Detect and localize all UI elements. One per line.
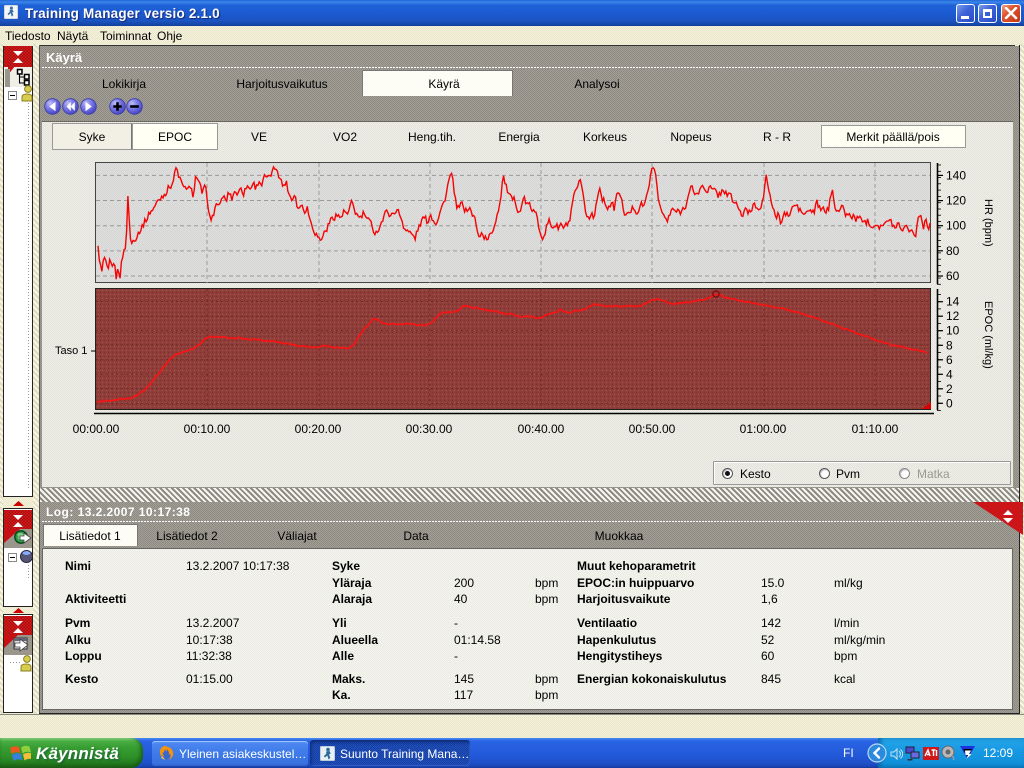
svg-text:120: 120 xyxy=(946,194,966,208)
svg-text:Taso 1: Taso 1 xyxy=(55,345,87,357)
svg-text:EPOC (ml/kg): EPOC (ml/kg) xyxy=(982,301,994,369)
svg-text:8: 8 xyxy=(946,338,953,352)
svg-text:00:40.00: 00:40.00 xyxy=(518,422,565,436)
svg-text:60: 60 xyxy=(946,269,960,283)
svg-text:12: 12 xyxy=(946,309,960,323)
svg-text:10: 10 xyxy=(946,324,960,338)
svg-text:6: 6 xyxy=(946,353,953,367)
svg-text:0: 0 xyxy=(946,396,953,410)
svg-text:00:10.00: 00:10.00 xyxy=(184,422,231,436)
svg-text:00:30.00: 00:30.00 xyxy=(406,422,453,436)
svg-text:4: 4 xyxy=(946,367,953,381)
svg-text:00:50.00: 00:50.00 xyxy=(629,422,676,436)
svg-text:100: 100 xyxy=(946,219,966,233)
svg-text:HR (bpm): HR (bpm) xyxy=(982,199,994,247)
svg-text:00:20.00: 00:20.00 xyxy=(295,422,342,436)
svg-text:01:00.00: 01:00.00 xyxy=(740,422,787,436)
svg-text:80: 80 xyxy=(946,244,960,258)
svg-text:01:10.00: 01:10.00 xyxy=(852,422,899,436)
svg-text:2: 2 xyxy=(946,382,953,396)
svg-text:140: 140 xyxy=(946,168,966,182)
svg-text:14: 14 xyxy=(946,295,960,309)
svg-text:00:00.00: 00:00.00 xyxy=(73,422,120,436)
